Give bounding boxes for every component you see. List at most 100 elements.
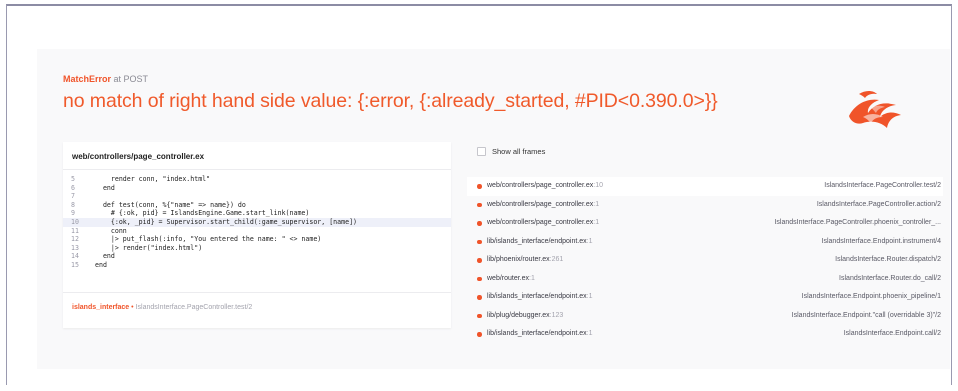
frame-path: lib/plug/debugger.ex:123 [487, 307, 563, 326]
line-number: 6 [71, 183, 75, 192]
code-file-name: web/controllers/page_controller.ex [72, 152, 205, 161]
frame-file: web/router.ex [487, 274, 530, 282]
frame-line-number: 10 [595, 182, 603, 189]
frame-path: web/controllers/page_controller.ex:10 [487, 177, 603, 196]
code-line: 5 render conn, "index.html" [63, 175, 451, 184]
frame-file: web/controllers/page_controller.ex [487, 182, 594, 189]
show-all-frames-label: Show all frames [492, 147, 546, 156]
line-code: # {:ok, pid} = IslandsEngine.Game.start_… [95, 209, 310, 218]
frame-module: IslandsInterface.Router.do_call/2 [839, 274, 941, 282]
code-snippet-panel: web/controllers/page_controller.ex 5 ren… [63, 142, 451, 328]
frame-module: IslandsInterface.Router.dispatch/2 [835, 256, 941, 263]
code-line: 9 # {:ok, pid} = IslandsEngine.Game.star… [63, 209, 451, 218]
stack-frames-list: web/controllers/page_controller.ex:10 Isl… [467, 177, 943, 344]
frame-module: IslandsInterface.Endpoint.phoenix_pipeli… [801, 293, 941, 300]
line-number: 5 [71, 175, 75, 183]
code-line: 14 end [63, 252, 451, 261]
line-code: render conn, "index.html" [95, 175, 211, 183]
frame-dot-icon [477, 276, 482, 281]
divider [63, 292, 451, 293]
frame-path: lib/phoenix/router.ex:261 [487, 251, 563, 270]
code-line: 8 def test(conn, %{"name" => name}) do [63, 201, 451, 210]
divider [63, 169, 451, 170]
code-line: 11 conn [63, 227, 451, 236]
phoenix-logo-icon [849, 91, 901, 128]
frame-line-number: 1 [588, 293, 593, 300]
frame-dot-icon [477, 295, 482, 300]
frame-file: web/controllers/page_controller.ex [487, 200, 594, 208]
line-number: 9 [71, 209, 75, 218]
frame-module: IslandsInterface.Endpoint.instrument/4 [821, 237, 941, 245]
frame-dot-icon [477, 202, 482, 207]
line-number: 8 [71, 200, 75, 209]
frame-path: web/controllers/page_controller.ex:1 [487, 196, 599, 215]
line-code: {:ok, _pid} = Supervisor.start_child(:ga… [95, 217, 358, 226]
frame-dot-icon [477, 258, 482, 263]
frame-file: web/controllers/page_controller.ex [487, 219, 594, 226]
frame-file: lib/islands_interface/endpoint.ex [487, 293, 587, 300]
show-all-frames-checkbox[interactable] [477, 147, 486, 156]
stack-frame-row[interactable]: lib/islands_interface/endpoint.ex:1 Islan… [467, 325, 943, 344]
frame-module: IslandsInterface.PageController.test/2 [824, 182, 941, 189]
frame-module: IslandsInterface.Endpoint.call/2 [843, 330, 941, 337]
function-name: IslandsInterface.PageController.test/2 [135, 304, 253, 311]
error-message: no match of right hand side value: {:err… [63, 90, 718, 112]
show-all-frames-toggle[interactable]: Show all frames [477, 147, 545, 156]
browser-viewport: MatchError at POST no match of right han… [6, 4, 952, 385]
frame-line-number: 1 [588, 237, 593, 245]
stack-frame-row[interactable]: web/controllers/page_controller.ex:1 Isla… [467, 214, 943, 233]
frame-line-number: 1 [595, 219, 600, 226]
stack-frame-row[interactable]: lib/phoenix/router.ex:261 IslandsInterfac… [467, 251, 943, 270]
error-type: MatchError [63, 74, 112, 84]
frame-path: lib/islands_interface/endpoint.ex:1 [487, 233, 592, 252]
frame-dot-icon [477, 184, 482, 189]
frame-file: lib/phoenix/router.ex [487, 256, 550, 263]
frame-file: lib/islands_interface/endpoint.ex [487, 237, 587, 245]
code-line: 15 end [63, 261, 451, 270]
code-line: 12 |> put_flash(:info, "You entered the … [63, 235, 451, 244]
frame-line-number: 261 [551, 256, 564, 263]
stack-frame-row[interactable]: web/router.ex:1 IslandsInterface.Router.d… [467, 270, 943, 289]
stack-frame-row[interactable]: web/controllers/page_controller.ex:1 Isla… [467, 196, 943, 215]
error-location: at POST [113, 74, 149, 84]
code-lines: 5 render conn, "index.html" 6 end 7 8 def t… [63, 175, 451, 270]
error-heading: MatchError at POST [63, 74, 148, 84]
line-code: end [95, 183, 115, 192]
frame-dot-icon [477, 221, 482, 226]
line-code: conn [95, 226, 127, 235]
app-name: islands_interface [72, 304, 130, 311]
frame-module: IslandsInterface.PageController.phoenix_… [774, 219, 941, 226]
line-number: 13 [71, 243, 79, 252]
frame-dot-icon [477, 313, 482, 318]
frame-module: IslandsInterface.Endpoint."call (overrid… [791, 311, 941, 319]
line-code: def test(conn, %{"name" => name}) do [95, 200, 246, 209]
code-line: 10 {:ok, _pid} = Supervisor.start_child(… [63, 217, 451, 227]
line-code: |> put_flash(:info, "You entered the nam… [95, 235, 322, 244]
stack-frame-row[interactable]: lib/plug/debugger.ex:123 IslandsInterface… [467, 307, 943, 326]
frame-line-number: 123 [551, 311, 564, 319]
line-number: 11 [71, 226, 79, 235]
frame-line-number: 1 [530, 274, 535, 282]
code-app-footer: islands_interface • IslandsInterface.Pag… [72, 304, 252, 311]
line-number: 12 [71, 235, 79, 244]
line-code: end [95, 260, 107, 269]
frame-module: IslandsInterface.PageController.action/2 [816, 200, 941, 208]
stack-frame-row[interactable]: web/controllers/page_controller.ex:10 Isl… [467, 177, 943, 196]
line-number: 14 [71, 252, 79, 261]
frame-file: lib/islands_interface/endpoint.ex [487, 330, 587, 337]
line-code: |> render("index.html") [95, 243, 203, 252]
frame-path: web/controllers/page_controller.ex:1 [487, 214, 599, 233]
frame-dot-icon [477, 332, 482, 337]
frame-path: web/router.ex:1 [487, 270, 535, 289]
frame-file: lib/plug/debugger.ex [487, 311, 550, 319]
line-number: 15 [71, 260, 79, 269]
frame-path: lib/islands_interface/endpoint.ex:1 [487, 325, 592, 344]
code-line: 6 end [63, 184, 451, 193]
frame-dot-icon [477, 239, 482, 244]
stack-frame-row[interactable]: lib/islands_interface/endpoint.ex:1 Islan… [467, 233, 943, 252]
frame-line-number: 1 [588, 330, 593, 337]
line-number: 10 [71, 217, 79, 226]
frame-path: lib/islands_interface/endpoint.ex:1 [487, 288, 592, 307]
stack-frame-row[interactable]: lib/islands_interface/endpoint.ex:1 Islan… [467, 288, 943, 307]
line-code: end [95, 252, 115, 261]
